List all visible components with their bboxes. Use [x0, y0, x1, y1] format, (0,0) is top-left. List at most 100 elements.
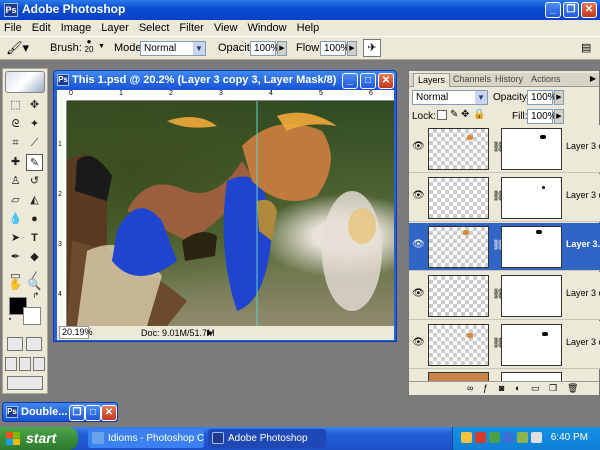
start-button[interactable]: start: [0, 427, 78, 450]
mode-select[interactable]: Normal ▼: [140, 41, 206, 56]
move-tool-icon[interactable]: ✥: [26, 97, 43, 114]
taskbar-button-idioms[interactable]: Idioms - Photoshop C...: [88, 429, 204, 448]
blur-tool-icon[interactable]: 💧: [7, 211, 24, 228]
flow-input[interactable]: 100%: [320, 41, 350, 56]
quick-mask-mode-icon[interactable]: [26, 337, 42, 351]
screen-mode-full-icon[interactable]: [33, 357, 45, 371]
layer-name[interactable]: Layer 3 c...: [566, 141, 600, 151]
lock-position-icon[interactable]: ✥: [461, 109, 469, 120]
layer-mask-thumbnail[interactable]: [501, 275, 562, 317]
trash-icon[interactable]: 🗑: [567, 383, 578, 394]
menu-help[interactable]: Help: [297, 22, 320, 34]
dodge-tool-icon[interactable]: ●: [26, 211, 43, 228]
ruler-origin[interactable]: [57, 90, 67, 101]
tray-app-icon[interactable]: [461, 432, 472, 443]
path-selection-tool-icon[interactable]: ➤: [7, 230, 24, 247]
taskbar-button-photoshop[interactable]: Adobe Photoshop: [208, 429, 326, 448]
tray-app-icon[interactable]: [475, 432, 486, 443]
eye-icon[interactable]: 👁: [412, 239, 425, 251]
tray-app-icon[interactable]: [517, 432, 528, 443]
screen-mode-standard-icon[interactable]: [5, 357, 17, 371]
layer-name[interactable]: Layer 3 c...: [566, 337, 600, 347]
menu-filter[interactable]: Filter: [179, 22, 203, 34]
link-layers-icon[interactable]: ∞: [467, 383, 473, 393]
restore-button[interactable]: ❐: [69, 405, 85, 421]
blend-mode-select[interactable]: Normal ▼: [412, 90, 488, 105]
vertical-ruler[interactable]: 1 2 3 4: [57, 101, 67, 326]
layer-row-selected[interactable]: 👁 ⛓ Layer 3...: [409, 223, 600, 271]
menu-edit[interactable]: Edit: [32, 22, 51, 34]
brush-tool-preset-icon[interactable]: 🖌▾: [6, 40, 34, 56]
healing-brush-tool-icon[interactable]: ✚: [7, 154, 24, 171]
menu-view[interactable]: View: [214, 22, 238, 34]
image-canvas[interactable]: [67, 101, 394, 326]
marquee-tool-icon[interactable]: ⬚: [7, 97, 24, 114]
menu-select[interactable]: Select: [139, 22, 170, 34]
doc-close-button[interactable]: ✕: [378, 73, 394, 89]
clock[interactable]: 6:40 PM: [551, 432, 588, 443]
swap-colors-icon[interactable]: ↱: [31, 291, 41, 301]
maximize-button[interactable]: ❐: [563, 2, 579, 18]
history-brush-tool-icon[interactable]: ↺: [26, 173, 43, 190]
layer-style-icon[interactable]: ƒ: [483, 383, 488, 393]
zoom-level-input[interactable]: 20.19%: [59, 326, 93, 339]
adobe-feather-icon[interactable]: [5, 71, 45, 93]
menu-layer[interactable]: Layer: [101, 22, 129, 34]
tab-history[interactable]: History: [491, 73, 527, 87]
layer-opacity-input[interactable]: 100%: [527, 90, 557, 105]
add-mask-icon[interactable]: ◙: [499, 383, 504, 393]
brush-tool-icon[interactable]: ✎: [26, 154, 43, 171]
tab-layers[interactable]: Layers: [413, 73, 451, 87]
layer-opacity-arrow-icon[interactable]: ▶: [554, 90, 564, 105]
layer-row[interactable]: 👁 ⛓ Layer 3 c...: [409, 125, 600, 173]
standard-mode-icon[interactable]: [7, 337, 23, 351]
layer-row[interactable]: 👁 ⛓ Layer 3 c...: [409, 321, 600, 369]
default-colors-icon[interactable]: ▪: [5, 315, 15, 325]
document-title-bar[interactable]: Ps This 1.psd @ 20.2% (Layer 3 copy 3, L…: [54, 71, 396, 90]
crop-tool-icon[interactable]: ⌗: [7, 135, 24, 152]
background-color-swatch[interactable]: [23, 307, 41, 325]
menu-window[interactable]: Window: [248, 22, 287, 34]
new-group-icon[interactable]: ▭: [531, 383, 540, 394]
minimized-document-window[interactable]: Ps Double... ❐ □ ✕: [2, 402, 118, 422]
type-tool-icon[interactable]: T: [26, 230, 43, 247]
layer-row[interactable]: 👁 ⛓ Layer 3 c...: [409, 272, 600, 320]
tray-app-icon[interactable]: [503, 432, 514, 443]
fill-arrow-icon[interactable]: ▶: [554, 109, 564, 124]
tab-actions[interactable]: Actions: [527, 73, 565, 87]
doc-minimize-button[interactable]: _: [342, 73, 358, 89]
slice-tool-icon[interactable]: ⟋: [26, 135, 43, 152]
volume-icon[interactable]: [531, 432, 542, 443]
brush-picker[interactable]: ● 20: [82, 38, 96, 58]
adjustment-layer-icon[interactable]: ◐: [515, 383, 520, 393]
eye-icon[interactable]: 👁: [412, 141, 425, 153]
eye-icon[interactable]: 👁: [412, 288, 425, 300]
lock-all-icon[interactable]: 🔒: [473, 109, 485, 120]
lock-transparency-icon[interactable]: [437, 110, 447, 120]
maximize-button[interactable]: □: [85, 405, 101, 421]
horizontal-ruler[interactable]: 0 1 2 3 4 5 6: [67, 90, 394, 101]
palette-well-icon[interactable]: ▤: [581, 41, 595, 55]
menu-image[interactable]: Image: [61, 22, 92, 34]
status-menu-arrow-icon[interactable]: ▶: [207, 326, 213, 340]
paint-bucket-tool-icon[interactable]: ◭: [26, 192, 43, 209]
layer-mask-thumbnail[interactable]: [501, 177, 562, 219]
layer-row[interactable]: 👁 ⛓ Layer 3 c...: [409, 174, 600, 222]
eye-icon[interactable]: 👁: [412, 337, 425, 349]
layer-name[interactable]: Layer 3 c...: [566, 190, 600, 200]
shape-tool-icon[interactable]: ◆: [26, 249, 43, 266]
jump-to-imageready-icon[interactable]: [7, 376, 43, 390]
lock-image-icon[interactable]: ✎: [450, 109, 458, 120]
brush-dropdown-arrow-icon[interactable]: ▼: [98, 43, 105, 50]
eye-icon[interactable]: 👁: [412, 190, 425, 202]
layer-mask-thumbnail[interactable]: [501, 226, 562, 268]
menu-file[interactable]: File: [4, 22, 22, 34]
tray-app-icon[interactable]: [489, 432, 500, 443]
opacity-input[interactable]: 100%: [250, 41, 280, 56]
lasso-tool-icon[interactable]: ᘓ: [7, 116, 24, 133]
palette-menu-arrow-icon[interactable]: ▶: [590, 74, 596, 83]
airbrush-icon[interactable]: ✈: [363, 39, 381, 57]
tab-channels[interactable]: Channels: [449, 73, 495, 87]
opacity-slider-arrow-icon[interactable]: ▶: [277, 41, 287, 56]
document-info[interactable]: Doc: 9.01M/51.7M: [141, 326, 215, 340]
